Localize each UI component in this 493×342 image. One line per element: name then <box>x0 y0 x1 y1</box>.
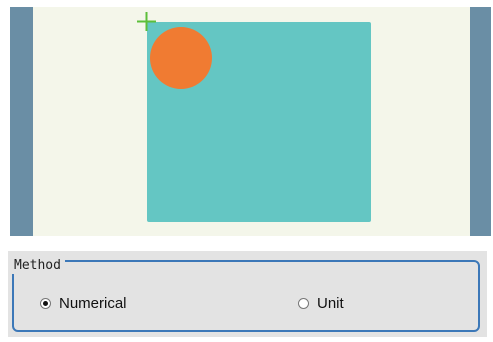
right-side-bar <box>470 7 491 236</box>
method-panel <box>8 251 487 337</box>
radio-numerical-label: Numerical <box>59 295 127 312</box>
radio-unit-indicator[interactable] <box>298 298 309 309</box>
method-group-title: Method <box>12 258 65 274</box>
circle-shape[interactable] <box>150 27 212 89</box>
radio-numerical-indicator[interactable] <box>40 298 51 309</box>
image-view[interactable] <box>10 7 491 236</box>
radio-unit[interactable]: Unit <box>298 295 344 312</box>
radio-numerical[interactable]: Numerical <box>40 295 127 312</box>
radio-unit-label: Unit <box>317 295 344 312</box>
left-side-bar <box>10 7 33 236</box>
crosshair-icon[interactable] <box>137 12 156 31</box>
